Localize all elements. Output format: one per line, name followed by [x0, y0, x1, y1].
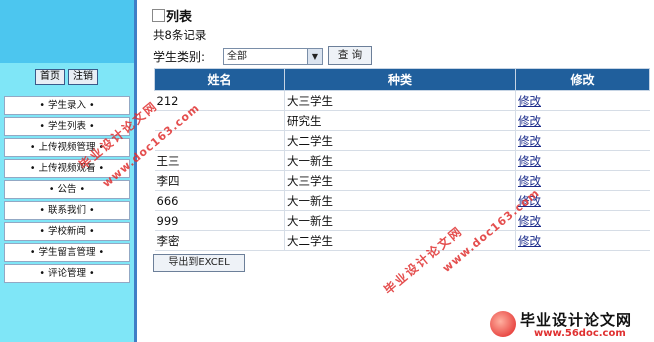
logo-text: 毕业设计论文网 [520, 311, 633, 329]
logout-button[interactable]: 注销 [68, 69, 98, 85]
student-type-select[interactable]: 全部 ▼ [223, 48, 323, 65]
sidebar-item-comment-manage[interactable]: • 评论管理 • [4, 264, 130, 283]
record-count: 共8条记录 [153, 28, 207, 42]
logo-icon [490, 311, 516, 337]
cell-name: 李四 [154, 170, 285, 191]
cell-name: 212 [154, 90, 285, 111]
table-row: 李四 大三学生 修改 [154, 170, 650, 191]
table-row: 212 大三学生 修改 [154, 90, 650, 111]
query-button[interactable]: 查 询 [328, 46, 372, 65]
cell-name: 666 [154, 190, 285, 211]
edit-link[interactable]: 修改 [518, 154, 541, 168]
column-header-type: 种类 [284, 68, 516, 91]
cell-type: 大一新生 [284, 150, 516, 171]
column-header-edit: 修改 [515, 68, 650, 91]
cell-type: 研究生 [284, 110, 516, 131]
student-table: 姓名 种类 修改 212 大三学生 修改 研究生 修改 大二学生 修改 王三 大… [154, 68, 650, 251]
sidebar-item-student-entry[interactable]: • 学生录入 • [4, 96, 130, 115]
table-row: 大二学生 修改 [154, 130, 650, 151]
edit-link[interactable]: 修改 [518, 174, 541, 188]
table-row: 999 大一新生 修改 [154, 210, 650, 231]
table-row: 王三 大一新生 修改 [154, 150, 650, 171]
corner-logo: 毕业设计论文网 www.56doc.com [490, 309, 650, 341]
export-excel-button[interactable]: 导出到EXCEL [153, 254, 245, 272]
chevron-down-icon[interactable]: ▼ [307, 49, 322, 64]
sidebar-item-message-manage[interactable]: • 学生留言管理 • [4, 243, 130, 262]
student-type-label: 学生类别: [153, 50, 206, 64]
sidebar-header [0, 0, 137, 63]
sidebar-item-school-news[interactable]: • 学校新闻 • [4, 222, 130, 241]
edit-link[interactable]: 修改 [518, 234, 541, 248]
edit-link[interactable]: 修改 [518, 134, 541, 148]
sidebar-toolbar: 首页 注销 [0, 63, 134, 93]
sidebar-item-contact-us[interactable]: • 联系我们 • [4, 201, 130, 220]
cell-name: 999 [154, 210, 285, 231]
title-checkbox-icon [152, 9, 165, 22]
column-header-name: 姓名 [154, 68, 285, 91]
cell-name: 李密 [154, 230, 285, 251]
edit-link[interactable]: 修改 [518, 214, 541, 228]
page-title: 列表 [152, 6, 192, 25]
cell-type: 大二学生 [284, 130, 516, 151]
table-row: 李密 大二学生 修改 [154, 230, 650, 251]
student-type-value: 全部 [227, 51, 247, 62]
logo-url: www.56doc.com [534, 328, 626, 339]
cell-type: 大一新生 [284, 190, 516, 211]
edit-link[interactable]: 修改 [518, 94, 541, 108]
cell-type: 大三学生 [284, 90, 516, 111]
page-title-text: 列表 [166, 10, 193, 25]
edit-link[interactable]: 修改 [518, 114, 541, 128]
cell-type: 大三学生 [284, 170, 516, 191]
table-row: 666 大一新生 修改 [154, 190, 650, 211]
table-row: 研究生 修改 [154, 110, 650, 131]
cell-name: 王三 [154, 150, 285, 171]
table-header-row: 姓名 种类 修改 [154, 68, 650, 91]
home-button[interactable]: 首页 [35, 69, 65, 85]
cell-type: 大一新生 [284, 210, 516, 231]
